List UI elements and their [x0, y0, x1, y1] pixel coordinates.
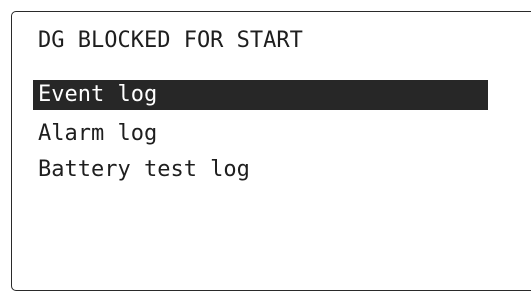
menu-item-label: Battery test log [38, 159, 250, 181]
log-menu: Event log Alarm log Battery test log [0, 0, 531, 277]
menu-item-label: Event log [38, 84, 157, 106]
menu-item-label: Alarm log [38, 123, 157, 145]
menu-item-alarm-log[interactable]: Alarm log [33, 119, 488, 149]
menu-item-event-log[interactable]: Event log [33, 80, 488, 110]
menu-item-battery-test-log[interactable]: Battery test log [33, 155, 488, 185]
